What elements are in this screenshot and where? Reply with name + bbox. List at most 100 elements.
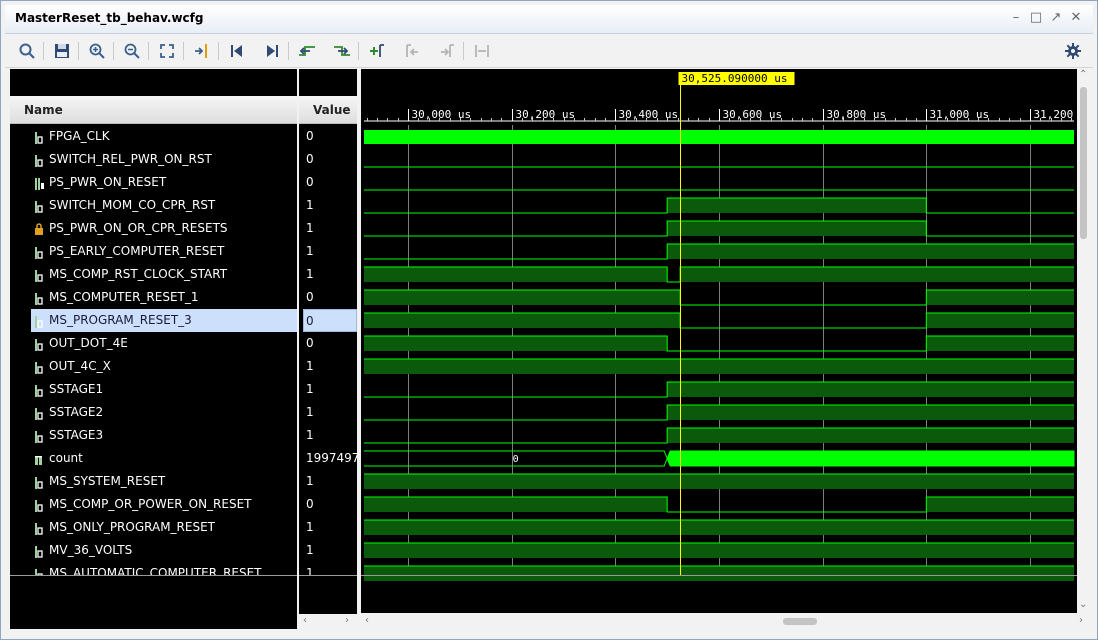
minimize-icon[interactable]: – xyxy=(1007,9,1025,27)
maximize-icon[interactable]: □ xyxy=(1027,9,1045,27)
waveform-out-4c-x[interactable] xyxy=(364,358,1074,374)
signal-value-row[interactable]: 1 xyxy=(299,470,357,493)
signal-row[interactable]: MS_ONLY_PROGRAM_RESET xyxy=(10,516,297,539)
signal-row[interactable]: count xyxy=(10,447,297,470)
signal-value-row[interactable]: 0 xyxy=(299,148,357,171)
value-column-header[interactable]: Value xyxy=(299,96,357,124)
signal-row[interactable]: OUT_DOT_4E xyxy=(10,332,297,355)
waveform-ms-comp-rst-clock-start[interactable] xyxy=(364,266,1074,283)
high-fill xyxy=(667,198,927,213)
gear-icon[interactable] xyxy=(1062,40,1084,62)
signal-row[interactable]: SSTAGE2 xyxy=(10,401,297,424)
zoom-fit-icon[interactable] xyxy=(156,40,178,62)
scroll-right-icon[interactable]: › xyxy=(1079,615,1083,626)
signal-name: MS_COMPUTER_RESET_1 xyxy=(49,290,199,304)
cursor-time-label: 30,525.090000 us xyxy=(682,72,788,85)
signal-value-row[interactable]: 0 xyxy=(299,332,357,355)
zoom-in-icon[interactable] xyxy=(86,40,108,62)
signal-row[interactable]: SWITCH_MOM_CO_CPR_RST xyxy=(10,194,297,217)
restore-icon[interactable]: ↗ xyxy=(1047,9,1065,27)
signal-row[interactable]: MS_SYSTEM_RESET xyxy=(10,470,297,493)
toolbar-separator xyxy=(463,42,464,60)
add-marker-icon[interactable] xyxy=(366,40,388,62)
signal-row[interactable]: PS_PWR_ON_OR_CPR_RESETS xyxy=(10,217,297,240)
signal-row[interactable]: OUT_4C_X xyxy=(10,355,297,378)
waveform-svg: 30,000 us 30,200 us 30,400 us 30,600 us 30,8… xyxy=(361,72,1093,581)
signal-value-row[interactable]: 1 xyxy=(299,516,357,539)
waveform-ms-only-program-reset[interactable] xyxy=(364,519,1074,535)
signal-value-row[interactable]: 1 xyxy=(299,562,357,575)
signal-value-row[interactable]: 0 xyxy=(299,493,357,516)
waveform-sstage3[interactable] xyxy=(364,427,1074,444)
signal-value-row[interactable]: 1 xyxy=(299,240,357,263)
signal-value-row[interactable]: 0 xyxy=(303,309,357,332)
waveform-ps-early-computer-reset[interactable] xyxy=(364,243,1074,260)
horizontal-scroll-thumb[interactable] xyxy=(783,618,817,625)
high-fill xyxy=(364,497,668,512)
goto-cursor-icon[interactable] xyxy=(191,40,213,62)
vertical-scrollbar[interactable]: ⌃ ⌄ xyxy=(1077,69,1091,613)
signal-row[interactable]: MS_COMP_RST_CLOCK_START xyxy=(10,263,297,286)
close-icon[interactable]: ✕ xyxy=(1067,9,1085,27)
signal-value-row[interactable]: 1 xyxy=(299,194,357,217)
signal-row[interactable]: MS_AUTOMATIC_COMPUTER_RESET xyxy=(10,562,297,575)
high-fill xyxy=(364,267,668,282)
signal-row[interactable]: PS_PWR_ON_RESET xyxy=(10,171,297,194)
waveform-ms-system-reset[interactable] xyxy=(364,473,1074,489)
waveform-canvas[interactable]: 30,000 us 30,200 us 30,400 us 30,600 us 30,8… xyxy=(361,69,1093,613)
time-cursor[interactable]: 30,525.090000 us xyxy=(678,72,795,575)
waveform-ms-automatic-computer-reset[interactable] xyxy=(364,565,1074,581)
waveform-fpga-clk[interactable] xyxy=(364,130,1074,144)
signal-row[interactable]: MV_36_VOLTS xyxy=(10,539,297,562)
vertical-scroll-thumb[interactable] xyxy=(1080,87,1087,239)
waveform-count[interactable]: 0 xyxy=(364,450,1075,467)
signal-row[interactable]: PS_EARLY_COMPUTER_RESET xyxy=(10,240,297,263)
waveform-horizontal-scrollbar[interactable]: ‹ › xyxy=(361,614,1091,629)
signal-value-row[interactable]: 1 xyxy=(299,263,357,286)
signal-row[interactable]: SSTAGE1 xyxy=(10,378,297,401)
waveform-switch-mom-co-cpr-rst[interactable] xyxy=(364,197,1074,214)
go-to-last-time-icon[interactable] xyxy=(261,40,283,62)
signal-value-row[interactable]: 1 xyxy=(299,401,357,424)
save-icon[interactable] xyxy=(51,40,73,62)
high-fill xyxy=(667,244,1074,259)
signal-value-row[interactable]: 1997497 xyxy=(299,447,357,470)
value-horizontal-scrollbar[interactable]: ‹ › xyxy=(299,614,357,629)
zoom-out-icon[interactable] xyxy=(121,40,143,62)
signal-row[interactable]: SSTAGE3 xyxy=(10,424,297,447)
signal-value-row[interactable]: 1 xyxy=(299,424,357,447)
waveform-mv-36-volts[interactable] xyxy=(364,542,1074,558)
signal-value: 0 xyxy=(306,175,314,189)
signal-value-row[interactable]: 0 xyxy=(299,171,357,194)
waveform-window: MasterReset_tb_behav.wcfg – □ ↗ ✕ Name F… xyxy=(0,0,1098,640)
scroll-down-icon[interactable]: ⌄ xyxy=(1079,599,1087,610)
signal-row[interactable]: MS_COMP_OR_POWER_ON_RESET xyxy=(10,493,297,516)
go-to-time-0-icon[interactable] xyxy=(226,40,248,62)
toolbar-separator xyxy=(183,42,184,60)
waveform-sstage2[interactable] xyxy=(364,404,1074,421)
signal-value-row[interactable]: 1 xyxy=(299,539,357,562)
scroll-left-icon[interactable]: ‹ xyxy=(365,615,369,626)
signal-row[interactable]: FPGA_CLK xyxy=(10,125,297,148)
time-ruler[interactable]: 30,000 us 30,200 us 30,400 us 30,600 us 30,8… xyxy=(364,108,1093,122)
signal-name: MS_PROGRAM_RESET_3 xyxy=(49,313,192,327)
scroll-right-icon[interactable]: › xyxy=(345,615,349,626)
signal-value-row[interactable]: 0 xyxy=(299,125,357,148)
signal-bus-icon xyxy=(34,452,45,471)
waveform-ps-pwr-on-or-cpr-resets[interactable] xyxy=(364,220,1074,237)
name-column-header[interactable]: Name xyxy=(10,96,297,124)
previous-transition-icon[interactable] xyxy=(296,40,318,62)
signal-value-row[interactable]: 1 xyxy=(299,355,357,378)
toolbar-separator xyxy=(148,42,149,60)
signal-value-row[interactable]: 0 xyxy=(299,286,357,309)
signal-value-row[interactable]: 1 xyxy=(299,378,357,401)
signal-row[interactable]: SWITCH_REL_PWR_ON_RST xyxy=(10,148,297,171)
search-icon[interactable] xyxy=(16,40,38,62)
signal-row[interactable]: MS_COMPUTER_RESET_1 xyxy=(10,286,297,309)
signal-row[interactable]: MS_PROGRAM_RESET_3 xyxy=(31,309,297,332)
scroll-up-icon[interactable]: ⌃ xyxy=(1079,69,1087,80)
next-transition-icon[interactable] xyxy=(331,40,353,62)
waveform-sstage1[interactable] xyxy=(364,381,1074,398)
signal-value-row[interactable]: 1 xyxy=(299,217,357,240)
scroll-left-icon[interactable]: ‹ xyxy=(303,615,307,626)
